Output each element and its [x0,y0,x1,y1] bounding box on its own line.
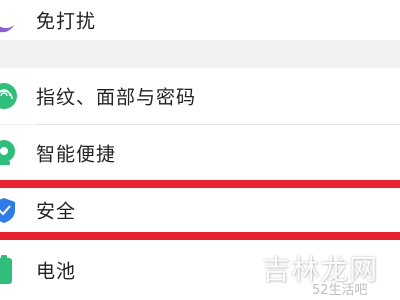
fingerprint-icon [0,81,20,111]
settings-item-fingerprint-face-password[interactable]: 指纹、面部与密码 [0,68,400,124]
shield-icon [0,195,20,225]
settings-screen: 免打扰 指纹、面部与密码 智能便捷 安全 电池 吉林龙网 52生活吧 [0,0,400,300]
settings-item-do-not-disturb[interactable]: 免打扰 [0,0,400,40]
settings-item-label: 安全 [36,200,77,223]
smart-assist-icon [0,138,20,168]
moon-icon [0,5,20,35]
highlight-bar-bottom [0,232,400,240]
settings-item-security[interactable]: 安全 [0,188,400,232]
settings-item-label: 免打扰 [36,10,97,33]
watermark-sub-text: 52生活吧 [312,283,368,298]
settings-item-label: 指纹、面部与密码 [36,86,197,109]
highlight-bar-top [0,180,400,188]
settings-item-label: 智能便捷 [36,143,117,165]
section-gap [0,40,400,68]
battery-icon [0,255,20,285]
settings-item-smart-assist[interactable]: 智能便捷 [0,125,400,180]
settings-item-label: 电池 [36,260,77,283]
